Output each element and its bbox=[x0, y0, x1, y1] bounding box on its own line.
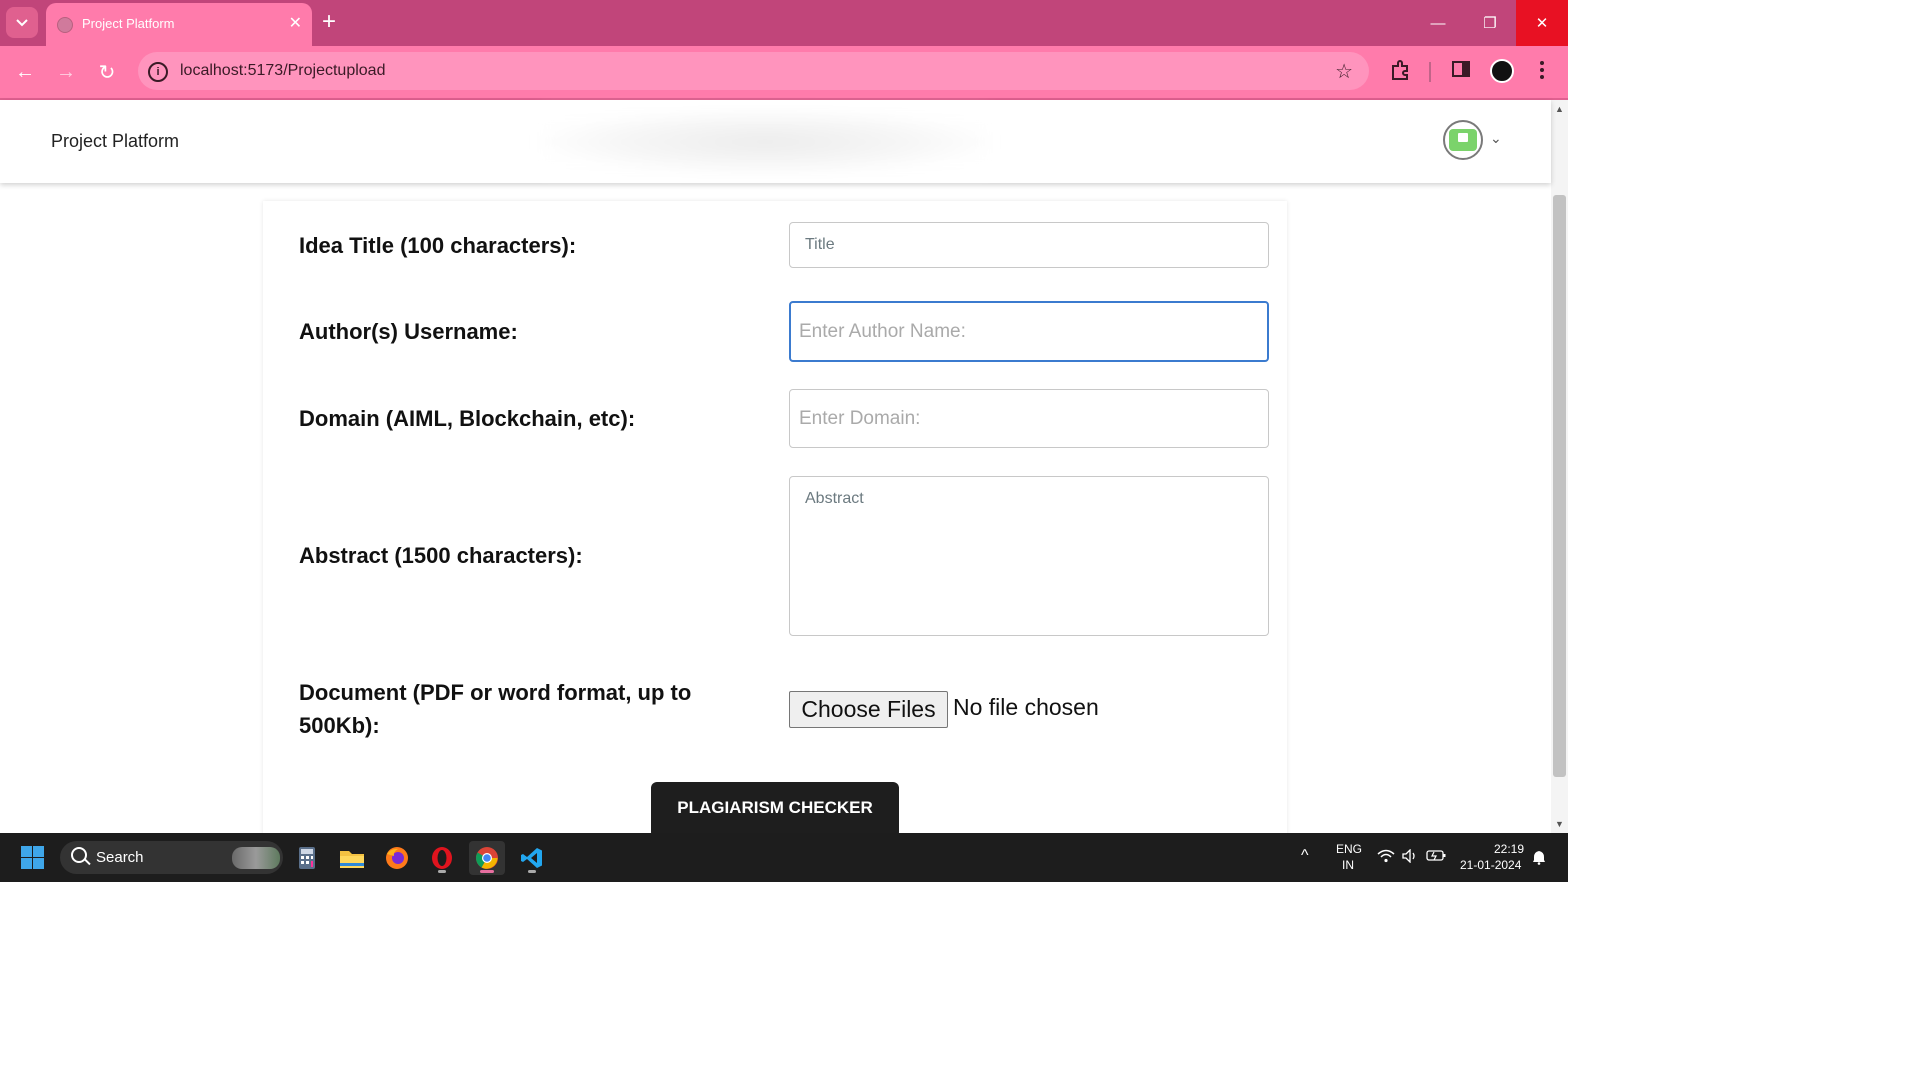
firefox-icon bbox=[386, 847, 408, 869]
plagiarism-checker-button[interactable]: PLAGIARISM CHECKER bbox=[651, 782, 899, 833]
title-label: Idea Title (100 characters): bbox=[299, 233, 577, 258]
tab-close-icon[interactable]: ✕ bbox=[289, 13, 302, 33]
tray-overflow-icon[interactable]: ^ bbox=[1301, 847, 1309, 865]
page-content: Idea Title (100 characters): Author(s) U… bbox=[0, 183, 1551, 833]
page-scrollbar[interactable]: ▲ ▼ bbox=[1551, 100, 1568, 833]
opera-icon bbox=[432, 847, 452, 869]
app-header: Project Platform ⌄ bbox=[0, 100, 1551, 183]
blurred-nav-area bbox=[540, 110, 990, 174]
new-tab-button[interactable]: + bbox=[322, 9, 336, 35]
vscode-app[interactable] bbox=[514, 841, 550, 875]
abstract-label: Abstract (1500 characters): bbox=[299, 543, 583, 568]
globe-icon bbox=[57, 17, 73, 33]
folder-icon bbox=[340, 851, 364, 868]
active-indicator bbox=[480, 870, 494, 873]
profile-avatar-icon[interactable] bbox=[1490, 59, 1514, 83]
windows-taskbar: Search ^ ENG IN 22:19 21-01-2024 bbox=[0, 833, 1568, 882]
file-status-text: No file chosen bbox=[953, 694, 1099, 720]
close-window-button[interactable]: ✕ bbox=[1516, 0, 1568, 46]
address-bar[interactable]: i localhost:5173/Projectupload ☆ bbox=[138, 52, 1369, 90]
calculator-app[interactable] bbox=[289, 841, 325, 875]
clock-time[interactable]: 22:19 bbox=[1494, 842, 1524, 856]
taskbar-search[interactable]: Search bbox=[60, 841, 283, 874]
clock-date[interactable]: 21-01-2024 bbox=[1460, 858, 1521, 872]
toolbar-divider bbox=[1429, 62, 1431, 82]
reload-button[interactable]: ↻ bbox=[92, 57, 122, 87]
scrollbar-thumb[interactable] bbox=[1553, 195, 1566, 777]
minimize-button[interactable]: — bbox=[1412, 0, 1464, 46]
author-input[interactable] bbox=[789, 301, 1269, 362]
abstract-textarea[interactable] bbox=[789, 476, 1269, 636]
user-avatar[interactable] bbox=[1443, 120, 1483, 160]
scroll-down-icon[interactable]: ▼ bbox=[1555, 819, 1564, 829]
title-input[interactable] bbox=[789, 222, 1269, 268]
back-button[interactable]: ← bbox=[10, 57, 40, 87]
document-label: Document (PDF or word format, up to 500K… bbox=[299, 680, 692, 738]
close-icon: ✕ bbox=[1535, 15, 1549, 32]
tab-project-platform[interactable]: Project Platform ✕ bbox=[46, 3, 312, 46]
search-highlight-image bbox=[232, 847, 280, 869]
brand-title[interactable]: Project Platform bbox=[51, 131, 179, 152]
side-panel-icon[interactable] bbox=[1451, 59, 1471, 79]
tab-search-button[interactable] bbox=[6, 7, 38, 38]
maximize-button[interactable]: ❐ bbox=[1464, 0, 1516, 46]
chrome-app[interactable] bbox=[469, 841, 505, 875]
battery-icon[interactable] bbox=[1426, 849, 1446, 862]
extensions-icon[interactable] bbox=[1390, 59, 1412, 81]
kebab-menu-icon[interactable] bbox=[1538, 59, 1546, 81]
site-info-icon[interactable]: i bbox=[148, 62, 168, 82]
windows-start-icon[interactable] bbox=[21, 846, 44, 869]
running-indicator bbox=[528, 870, 536, 873]
domain-label: Domain (AIML, Blockchain, etc): bbox=[299, 406, 636, 431]
search-icon bbox=[71, 847, 87, 863]
scroll-up-icon[interactable]: ▲ bbox=[1555, 104, 1564, 114]
back-arrow-icon: ← bbox=[15, 60, 35, 83]
calculator-icon bbox=[299, 847, 315, 869]
minimize-icon: — bbox=[1430, 14, 1446, 32]
wifi-icon[interactable] bbox=[1377, 849, 1395, 863]
running-indicator bbox=[438, 870, 446, 873]
browser-tabstrip: Project Platform ✕ + — ❐ ✕ bbox=[0, 0, 1568, 46]
language-bottom[interactable]: IN bbox=[1342, 858, 1354, 872]
bookmark-star-icon[interactable]: ☆ bbox=[1335, 59, 1353, 84]
opera-app[interactable] bbox=[424, 841, 460, 875]
chevron-down-icon bbox=[16, 18, 28, 26]
avatar-chevron-icon[interactable]: ⌄ bbox=[1490, 130, 1502, 147]
choose-files-button[interactable]: Choose Files bbox=[789, 691, 948, 728]
forward-button[interactable]: → bbox=[51, 57, 81, 87]
chrome-icon bbox=[476, 847, 498, 869]
domain-input[interactable] bbox=[789, 389, 1269, 448]
file-explorer-app[interactable] bbox=[334, 841, 370, 875]
reload-icon: ↻ bbox=[98, 61, 116, 84]
notification-bell-icon[interactable] bbox=[1532, 850, 1546, 865]
vscode-icon bbox=[521, 848, 542, 868]
author-label: Author(s) Username: bbox=[299, 319, 518, 344]
firefox-app[interactable] bbox=[379, 841, 415, 875]
user-logo-icon bbox=[1449, 129, 1477, 151]
url-text[interactable]: localhost:5173/Projectupload bbox=[180, 62, 385, 80]
volume-icon[interactable] bbox=[1402, 849, 1418, 863]
forward-arrow-icon: → bbox=[56, 60, 76, 83]
tab-title: Project Platform bbox=[82, 16, 175, 31]
browser-toolbar: ← → ↻ i localhost:5173/Projectupload ☆ bbox=[0, 46, 1568, 98]
taskbar-search-label: Search bbox=[96, 849, 144, 866]
restore-icon: ❐ bbox=[1483, 15, 1497, 32]
language-top[interactable]: ENG bbox=[1336, 842, 1362, 856]
